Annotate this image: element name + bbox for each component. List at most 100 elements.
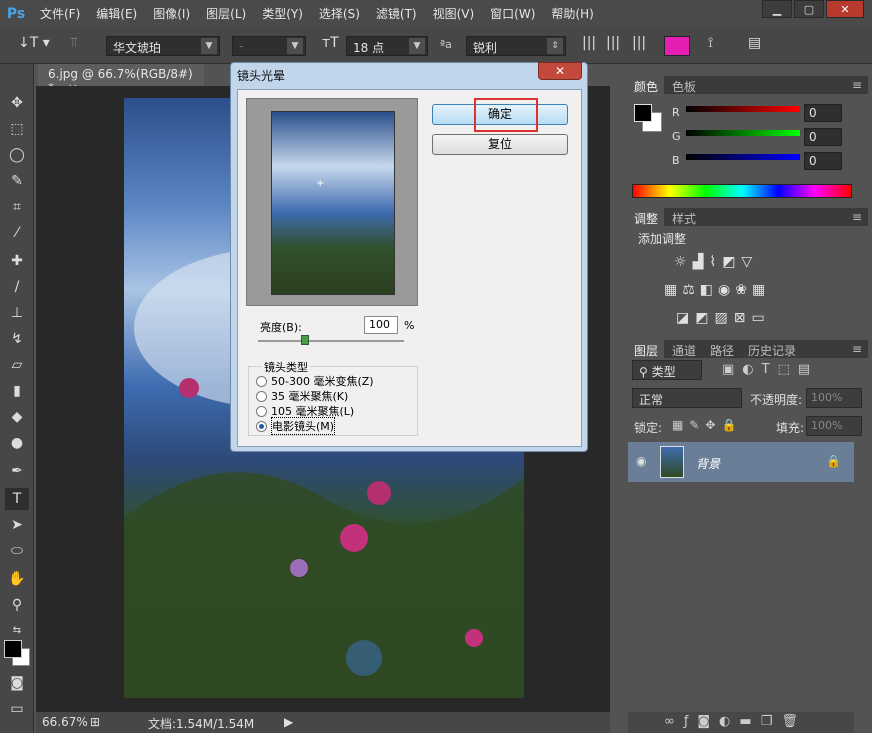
maximize-button[interactable]: ▢	[794, 0, 824, 18]
swap-colors-icon[interactable]: ⇆	[5, 620, 29, 642]
lens-option-zoom[interactable]: 50-300 毫米变焦(Z)	[256, 374, 374, 388]
menu-select[interactable]: 选择(S)	[311, 0, 368, 28]
lens-option-35mm[interactable]: 35 毫米聚焦(K)	[256, 389, 348, 403]
layer-row-background[interactable]: ◉ 背景 🔒	[628, 442, 854, 482]
b-value[interactable]: 0	[804, 152, 842, 170]
posterize-icon[interactable]: ◩	[695, 310, 714, 326]
type-tool-icon[interactable]: T	[5, 488, 29, 510]
color-lookup-icon[interactable]: ▦	[752, 282, 770, 298]
ellipse-tool-icon[interactable]: ⬭	[5, 540, 29, 562]
status-menu-arrow-icon[interactable]: ▶	[284, 715, 293, 729]
minimize-button[interactable]: ▁	[762, 0, 792, 18]
layer-filter-kind[interactable]: ⚲ 类型	[632, 360, 702, 380]
r-value[interactable]: 0	[804, 104, 842, 122]
new-layer-icon[interactable]: ❐	[761, 714, 782, 729]
menu-layer[interactable]: 图层(L)	[198, 0, 254, 28]
vibrance-icon[interactable]: ▽	[741, 254, 758, 270]
hue-saturation-icon[interactable]: ▦	[664, 282, 682, 298]
blur-tool-icon[interactable]: ◆	[5, 406, 29, 428]
menu-view[interactable]: 视图(V)	[425, 0, 483, 28]
reset-button[interactable]: 复位	[432, 134, 568, 155]
radio-105mm[interactable]	[256, 405, 267, 417]
panel-menu-icon[interactable]: ≡	[846, 208, 868, 226]
folder-icon[interactable]: ▬	[739, 714, 760, 729]
radio-zoom[interactable]	[256, 375, 267, 387]
preview-image[interactable]: +	[271, 111, 395, 295]
dodge-tool-icon[interactable]: ●	[5, 432, 29, 454]
fill-field[interactable]: 100%	[806, 416, 862, 436]
font-style-select[interactable]: - ▼	[232, 36, 306, 56]
type-filter-icon[interactable]: T	[762, 362, 778, 377]
g-slider[interactable]	[686, 130, 800, 136]
tab-swatches[interactable]: 色板	[666, 76, 702, 94]
trash-icon[interactable]: 🗑	[781, 714, 807, 729]
flare-center-marker[interactable]: +	[316, 178, 324, 189]
quick-mask-icon[interactable]: ◙	[5, 672, 29, 694]
menu-file[interactable]: 文件(F)	[32, 0, 88, 28]
crop-tool-icon[interactable]: ⌗	[5, 196, 29, 218]
align-right-icon[interactable]: |||	[632, 35, 646, 55]
toggle-orientation-icon[interactable]: ⫪	[70, 35, 78, 55]
invert-icon[interactable]: ◪	[676, 310, 695, 326]
document-tab[interactable]: 6.jpg @ 66.7%(RGB/8#) * ×	[38, 64, 204, 95]
dialog-close-button[interactable]: ✕	[538, 62, 582, 80]
blend-mode-select[interactable]: 正常	[632, 388, 742, 408]
link-icon[interactable]: ∞	[664, 714, 684, 729]
menu-help[interactable]: 帮助(H)	[543, 0, 601, 28]
align-center-icon[interactable]: |||	[606, 35, 620, 55]
brush-tool-icon[interactable]: /	[5, 276, 29, 298]
fg-color-chip[interactable]	[634, 104, 652, 122]
gradient-tool-icon[interactable]: ▮	[5, 380, 29, 402]
zoom-level[interactable]: 66.67%	[42, 715, 88, 729]
move-tool-icon[interactable]: ✥	[5, 92, 29, 114]
healing-brush-tool-icon[interactable]: ✚	[5, 250, 29, 272]
curves-icon[interactable]: ⌇	[709, 254, 722, 270]
layer-name[interactable]: 背景	[696, 455, 720, 472]
zoom-tool-icon[interactable]: ⚲	[5, 594, 29, 616]
gradient-map-icon[interactable]: ▭	[751, 310, 770, 326]
radio-movie[interactable]	[256, 420, 267, 432]
black-white-icon[interactable]: ◧	[700, 282, 718, 298]
eyedropper-tool-icon[interactable]: ⁄	[5, 222, 29, 244]
hand-tool-icon[interactable]: ✋	[5, 568, 29, 590]
tab-styles[interactable]: 样式	[666, 208, 702, 226]
lens-option-105mm[interactable]: 105 毫米聚焦(L)	[256, 404, 354, 418]
tab-layers[interactable]: 图层	[628, 340, 665, 358]
photo-filter-icon[interactable]: ◉	[718, 282, 735, 298]
panel-menu-icon[interactable]: ≡	[846, 340, 868, 358]
brightness-icon[interactable]: ☼	[674, 254, 693, 270]
foreground-color-swatch[interactable]	[4, 640, 22, 658]
lasso-tool-icon[interactable]: ◯	[5, 144, 29, 166]
color-balance-icon[interactable]: ⚖	[682, 282, 700, 298]
lock-all-icon[interactable]: 🔒	[721, 418, 742, 432]
text-color-swatch[interactable]	[664, 36, 690, 56]
type-tool-preset-icon[interactable]: ↓T ▾	[18, 35, 50, 55]
brightness-slider-thumb[interactable]	[301, 335, 310, 345]
warp-text-icon[interactable]: ⟟	[708, 35, 713, 55]
antialias-select[interactable]: 锐利 ⇕	[466, 36, 566, 56]
color-spectrum[interactable]	[632, 184, 852, 198]
quick-select-tool-icon[interactable]: ✎	[5, 170, 29, 192]
pen-tool-icon[interactable]: ✒	[5, 460, 29, 482]
fx-icon[interactable]: ƒ	[684, 714, 698, 729]
lock-pixels-icon[interactable]: ✎	[689, 418, 705, 432]
character-panel-icon[interactable]: ▤	[748, 35, 761, 55]
stamp-tool-icon[interactable]: ⊥	[5, 302, 29, 324]
path-select-tool-icon[interactable]: ➤	[5, 514, 29, 536]
history-brush-tool-icon[interactable]: ↯	[5, 328, 29, 350]
brightness-input[interactable]: 100	[364, 316, 398, 334]
opacity-field[interactable]: 100%	[806, 388, 862, 408]
adjustment-icon[interactable]: ◐	[719, 714, 739, 729]
menu-type[interactable]: 类型(Y)	[254, 0, 311, 28]
close-window-button[interactable]: ✕	[826, 0, 864, 18]
r-slider[interactable]	[686, 106, 800, 112]
menu-window[interactable]: 窗口(W)	[482, 0, 543, 28]
menu-filter[interactable]: 滤镜(T)	[368, 0, 425, 28]
menu-edit[interactable]: 编辑(E)	[88, 0, 145, 28]
font-family-select[interactable]: 华文琥珀 ▼	[106, 36, 220, 56]
exposure-icon[interactable]: ◩	[722, 254, 741, 270]
marquee-tool-icon[interactable]: ⬚	[5, 118, 29, 140]
pixel-filter-icon[interactable]: ▣	[722, 362, 742, 377]
screen-mode-icon[interactable]: ▭	[5, 698, 29, 720]
eye-icon[interactable]: ◉	[636, 454, 646, 468]
